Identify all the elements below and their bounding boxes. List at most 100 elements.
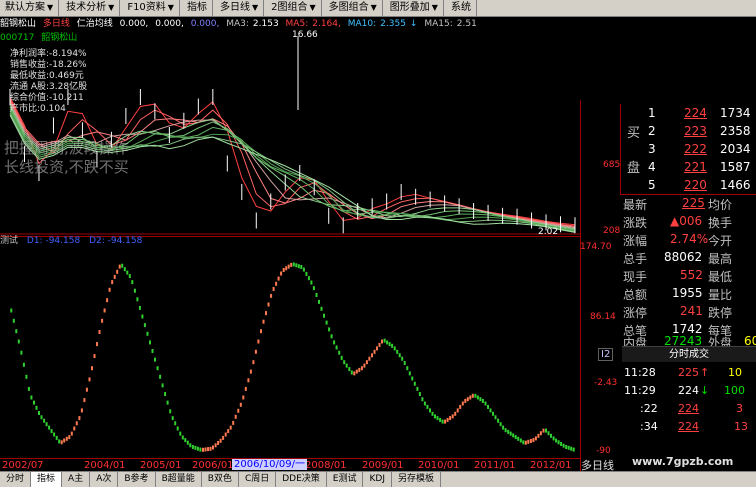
ma3-label: MA3: — [226, 19, 249, 29]
oscillator-point — [474, 393, 477, 398]
oscillator-series — [10, 262, 575, 452]
oscillator-point — [20, 350, 23, 355]
quote-label: 涨幅 — [623, 234, 648, 248]
toolbar-tech-analysis[interactable]: 技术分析 ▼ — [61, 0, 121, 16]
oscillator-point — [191, 445, 194, 449]
oscillator-point — [333, 340, 336, 345]
tab-b-volume[interactable]: B超量能 — [156, 472, 202, 487]
oscillator-point — [270, 293, 273, 298]
ma10-label: MA10: — [347, 19, 377, 29]
oscillator-point — [413, 381, 416, 386]
oscillator-point — [534, 436, 537, 441]
indicator-name[interactable]: 仁治均线 — [77, 19, 113, 29]
tab-kdj[interactable]: KDJ — [363, 472, 392, 487]
tab-b-dual[interactable]: B双色 — [202, 472, 239, 487]
oscillator-point — [315, 293, 318, 297]
oscillator-point — [70, 431, 73, 436]
timeline-axis[interactable]: 2002/07 2004/01 2005/01 2006/01 2008/01 … — [0, 458, 580, 471]
trade-volume: 100 — [724, 384, 745, 397]
oscillator-point — [10, 308, 13, 313]
tab-save-template[interactable]: 另存模板 — [392, 472, 441, 487]
oscillator-point — [199, 447, 202, 452]
quote-label: 均价 — [708, 198, 733, 212]
oscillator-point — [371, 353, 373, 358]
bid-volume: 2034 — [720, 142, 751, 156]
bid-price[interactable]: 220 — [684, 178, 707, 192]
oscillator-point — [48, 425, 51, 430]
bid-price[interactable]: 222 — [684, 142, 707, 156]
toolbar-system[interactable]: 系统 — [445, 0, 477, 16]
trade-volume: 13 — [734, 420, 748, 433]
tab-timeshare[interactable]: 分时 — [0, 472, 32, 487]
trades-header[interactable]: 分时成交 — [622, 346, 756, 362]
ma10-value: 2.355 — [380, 19, 406, 29]
oscillator-point — [297, 264, 300, 269]
oscillator-point — [550, 433, 552, 438]
oscillator-point — [295, 263, 298, 268]
oscillator-point — [282, 268, 285, 272]
bid-side-label-2: 盘 — [627, 161, 641, 176]
oscillator-point — [12, 318, 15, 323]
oscillator-point — [376, 346, 378, 351]
bid-price[interactable]: 221 — [684, 160, 707, 174]
indicator-title[interactable]: 测试 — [0, 236, 18, 246]
oscillator-point — [146, 331, 149, 336]
toolbar-f10[interactable]: F10资料 ▼ — [122, 0, 180, 16]
trade-volume: 10 — [728, 366, 742, 379]
toolbar-indicator[interactable]: 指标 — [181, 0, 213, 16]
time-label: 2009/01 — [362, 460, 404, 471]
quote-label: 现手 — [623, 270, 648, 284]
toolbar-overlay[interactable]: 图形叠加 ▼ — [384, 0, 444, 16]
watermark-line-1: 把握周期,波段操作 — [4, 139, 129, 157]
tab-b-reference[interactable]: B参考 — [118, 472, 156, 487]
ma5-value: 2.164, — [312, 19, 341, 29]
tab-a-secondary[interactable]: A次 — [90, 472, 119, 487]
fund-value: 综合价值:-10.211 — [10, 93, 84, 103]
tab-c-weekday[interactable]: C周日 — [239, 472, 277, 487]
oscillator-point — [514, 435, 517, 440]
panel-toggle[interactable]: I2 — [598, 348, 614, 361]
tab-indicator[interactable]: 指标 — [31, 472, 63, 487]
toolbar-multichart[interactable]: 多图组合 ▼ — [323, 0, 383, 16]
watermark-line-2: 长线投资,不跌不买 — [4, 158, 129, 176]
oscillator-point — [487, 404, 489, 409]
oscillator-point — [53, 432, 56, 437]
quote-value-change: ▲006 — [670, 214, 703, 228]
oscillator-point — [229, 425, 232, 430]
time-label: 2010/01 — [418, 460, 460, 471]
tab-a-main[interactable]: A主 — [62, 472, 91, 487]
bid-price[interactable]: 224 — [684, 106, 707, 120]
bottom-tab-bar: 分时 指标 A主 A次 B参考 B超量能 B双色 C周日 DDE决策 E测试 K… — [0, 471, 756, 487]
indicator-chart[interactable] — [0, 236, 580, 458]
tab-e-test[interactable]: E测试 — [327, 472, 364, 487]
oscillator-point — [471, 393, 474, 398]
quote-label: 最低 — [708, 270, 733, 284]
stock-code: 000717 — [0, 33, 35, 43]
tab-dde[interactable]: DDE决策 — [276, 472, 327, 487]
oscillator-point — [350, 370, 353, 375]
trade-time: 11:28 — [624, 366, 656, 379]
oscillator-point — [111, 280, 114, 285]
oscillator-point — [454, 411, 457, 416]
bid-volume: 1466 — [720, 178, 751, 192]
toolbar-multiday[interactable]: 多日线 ▼ — [214, 0, 265, 16]
order-book-bottom-rule — [620, 194, 756, 195]
quote-label: 涨跌 — [623, 216, 648, 230]
trade-price: 224 — [678, 402, 699, 415]
ma15-label: MA15: — [424, 19, 453, 29]
trade-price: 224 — [678, 384, 699, 397]
bid-price[interactable]: 223 — [684, 124, 707, 138]
oscillator-point — [207, 447, 209, 452]
oscillator-point — [537, 433, 540, 438]
toolbar-default-scheme[interactable]: 默认方案 ▼ — [0, 0, 60, 16]
oscillator-point — [88, 377, 91, 382]
time-label: 2002/07 — [2, 460, 44, 471]
oscillator-point — [22, 362, 25, 367]
oscillator-point — [360, 366, 363, 371]
oscillator-point — [260, 329, 262, 334]
toolbar-2chart[interactable]: 2图组合 ▼ — [266, 0, 322, 16]
oscillator-point — [476, 395, 479, 400]
oscillator-point — [247, 378, 250, 383]
quote-value-limit-up: 241 — [680, 304, 703, 318]
oscillator-point — [499, 422, 502, 427]
